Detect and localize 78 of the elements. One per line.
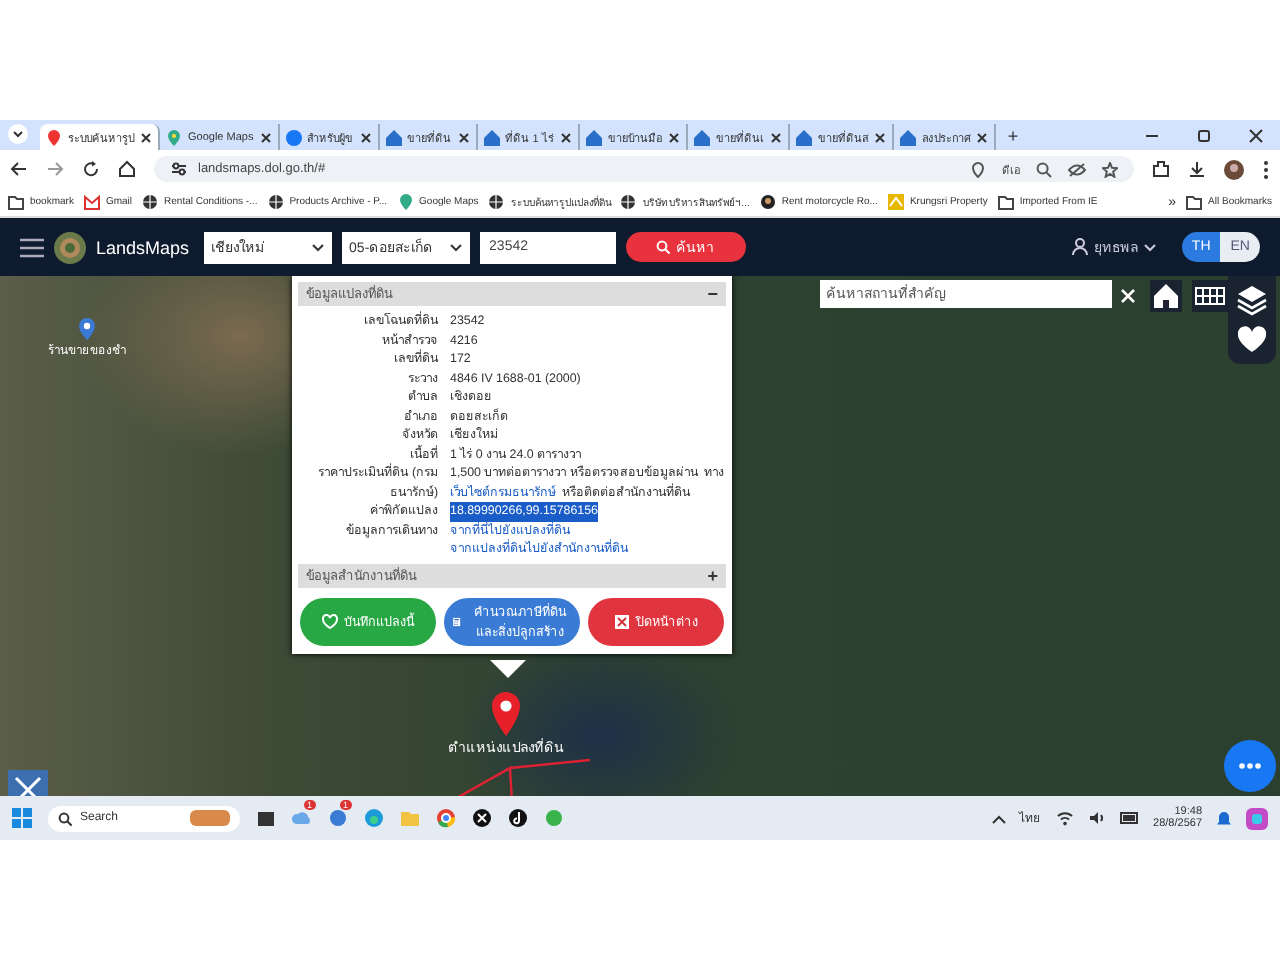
globe-icon — [620, 194, 637, 210]
house-icon — [693, 129, 710, 145]
chevron-down-icon — [449, 243, 462, 251]
close-icon — [614, 613, 630, 629]
close-icon[interactable] — [359, 131, 372, 143]
windows-icon[interactable] — [12, 808, 32, 828]
avatar-icon[interactable] — [1224, 159, 1244, 179]
reload-icon[interactable] — [82, 160, 100, 178]
home-icon[interactable] — [118, 160, 136, 178]
location-icon[interactable] — [970, 161, 986, 177]
close-icon[interactable] — [769, 131, 782, 143]
close-icon[interactable] — [559, 131, 572, 143]
house-icon — [795, 129, 812, 145]
pin-icon — [46, 129, 62, 145]
mail-icon — [83, 194, 100, 210]
speaker-icon[interactable] — [1087, 810, 1106, 826]
close-icon[interactable] — [457, 131, 470, 143]
globe-icon — [142, 194, 159, 210]
house-icon — [585, 129, 602, 145]
back-icon[interactable] — [10, 160, 28, 178]
folder-icon — [8, 194, 24, 210]
edge-icon[interactable] — [364, 808, 384, 828]
user-icon — [1071, 238, 1088, 256]
close-icon[interactable] — [1116, 284, 1140, 308]
round-logo-icon — [759, 194, 776, 210]
more-icon — [1238, 762, 1262, 770]
chevron-up-icon[interactable] — [991, 813, 1006, 823]
x-logo-icon[interactable] — [472, 808, 492, 828]
close-icon[interactable] — [1248, 128, 1264, 144]
chevron-down-icon — [311, 243, 324, 251]
restore-icon[interactable] — [1196, 128, 1212, 144]
calculator-icon — [452, 613, 462, 629]
layers-icon[interactable] — [1232, 280, 1272, 320]
close-icon[interactable] — [140, 131, 152, 143]
bell-icon[interactable] — [1216, 809, 1232, 827]
eye-off-icon[interactable] — [1068, 161, 1086, 177]
extensions-icon[interactable] — [1152, 160, 1170, 178]
new-tab-button[interactable]: + — [995, 126, 1031, 150]
wifi-icon[interactable] — [1055, 810, 1074, 826]
close-icon[interactable] — [873, 131, 886, 143]
close-icon[interactable] — [259, 131, 272, 143]
folder-icon — [1186, 194, 1203, 210]
more-button[interactable] — [1224, 740, 1276, 792]
globe-icon — [267, 194, 284, 210]
folder-icon — [997, 194, 1014, 210]
home-icon[interactable] — [1150, 280, 1182, 312]
emblem-icon — [54, 231, 86, 263]
grid-icon[interactable] — [1192, 280, 1228, 312]
more-icon[interactable] — [1262, 159, 1270, 179]
zoom-icon[interactable] — [1036, 161, 1052, 177]
search-icon — [656, 240, 671, 254]
globe-icon — [488, 194, 505, 210]
close-icon[interactable] — [667, 131, 680, 143]
menu-icon[interactable] — [20, 237, 44, 257]
site-settings-icon — [170, 160, 188, 178]
music-note-icon[interactable] — [508, 808, 528, 828]
brand-name: LandsMaps — [96, 237, 190, 257]
battery-icon[interactable] — [1119, 812, 1140, 824]
location-pin-icon — [490, 692, 522, 736]
house-icon — [899, 129, 916, 145]
forward-icon[interactable] — [46, 160, 64, 178]
popup-pointer — [490, 660, 526, 678]
task-view-icon[interactable] — [256, 808, 276, 828]
house-icon — [385, 129, 402, 145]
house-icon — [483, 129, 500, 145]
shop-pin-icon — [78, 318, 96, 340]
download-icon[interactable] — [1188, 160, 1206, 178]
heart-outline-icon — [322, 613, 338, 629]
map-pin-icon — [397, 194, 414, 210]
square-logo-icon — [887, 194, 904, 210]
weather-icon[interactable] — [292, 808, 312, 828]
chevron-down-icon — [1143, 243, 1156, 251]
close-icon[interactable] — [975, 131, 988, 143]
star-icon[interactable] — [1102, 161, 1118, 177]
maps-icon — [166, 129, 182, 145]
tab-list-icon[interactable] — [8, 124, 28, 144]
search-icon — [58, 811, 72, 825]
chrome-icon[interactable] — [436, 808, 456, 828]
